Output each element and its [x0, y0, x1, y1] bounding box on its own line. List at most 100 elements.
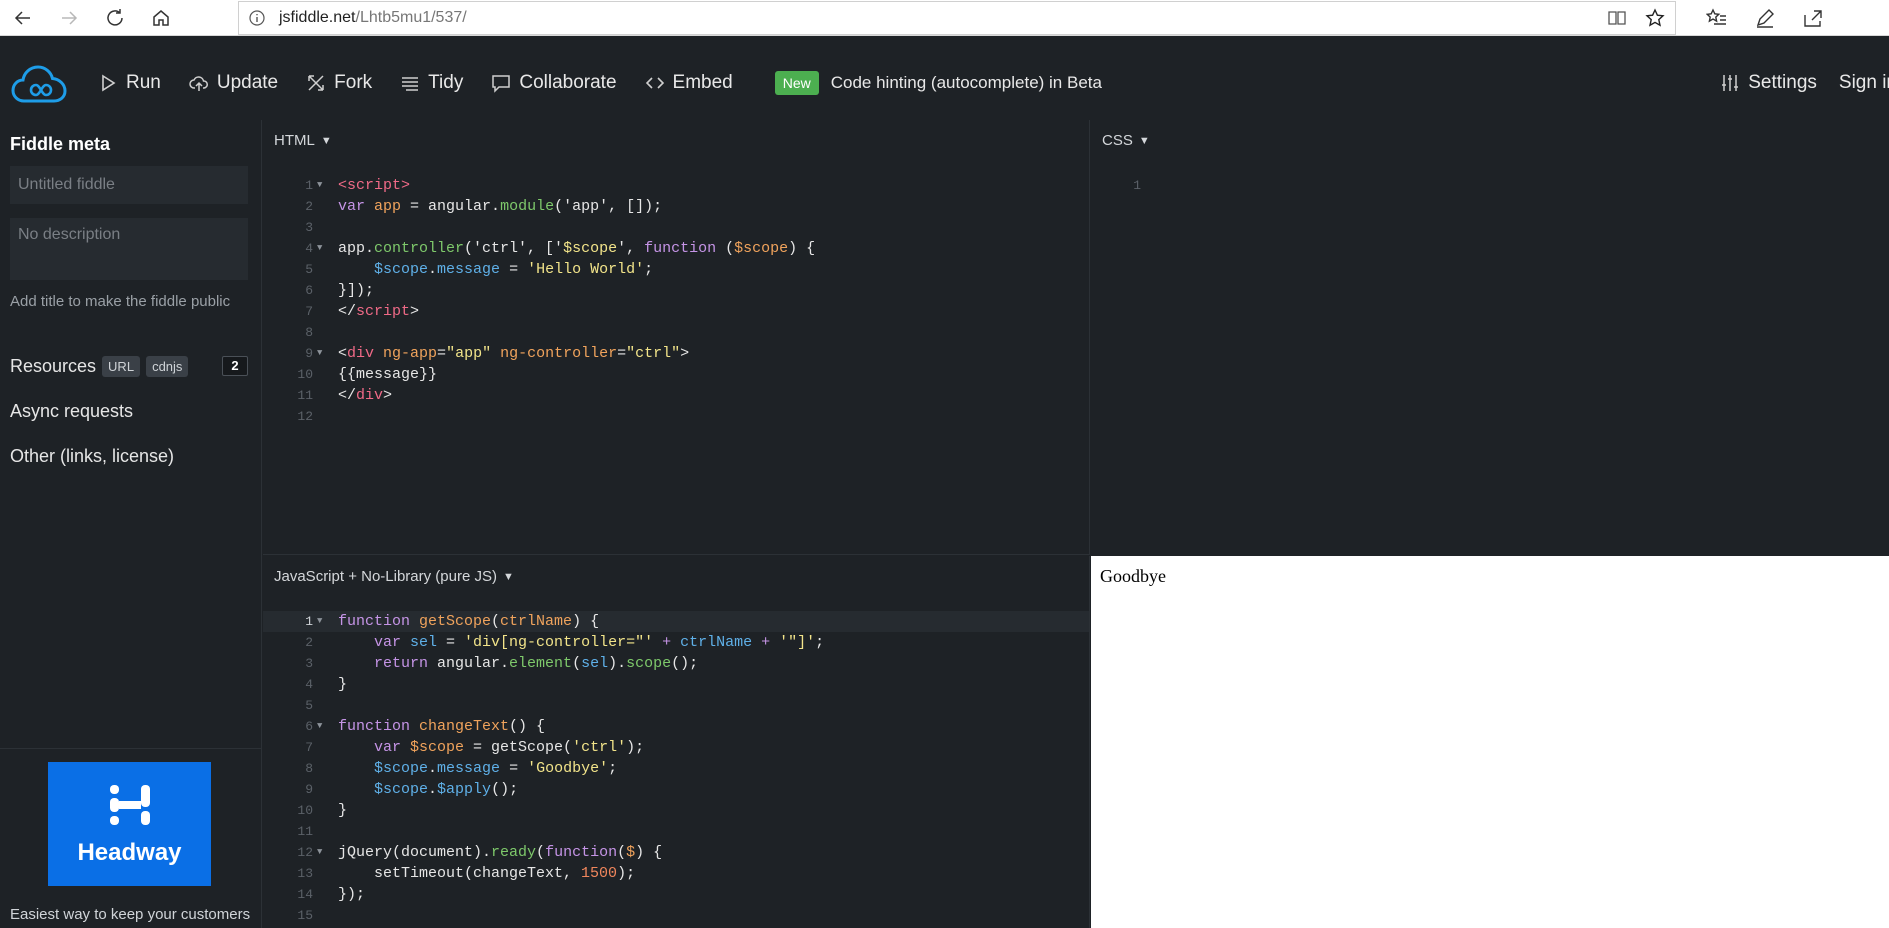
js-panel-label: JavaScript + No-Library (pure JS) [274, 568, 497, 585]
js-panel-header[interactable]: JavaScript + No-Library (pure JS) ▼ [274, 568, 514, 585]
tidy-button[interactable]: Tidy [400, 72, 463, 94]
js-code[interactable]: 1 ▼ function getScope(ctrlName) { 2 var se… [263, 611, 1089, 926]
code-token: script [356, 303, 411, 320]
forward-button[interactable] [46, 0, 92, 36]
code-token: + [653, 634, 681, 651]
code-token: sel [410, 634, 438, 651]
code-token: ; [644, 261, 654, 278]
code-token: ng-controller [491, 345, 618, 362]
result-panel[interactable]: Goodbye [1091, 556, 1889, 928]
forward-arrow-icon [62, 10, 78, 25]
code-token: 'Hello World' [527, 261, 645, 278]
sliders-icon [1722, 75, 1739, 91]
run-button[interactable]: Run [98, 72, 161, 94]
code-line: 10 {{message}} [263, 364, 1089, 385]
url-pill[interactable]: URL [102, 356, 141, 377]
reading-view-icon[interactable] [1607, 8, 1627, 28]
back-button[interactable] [0, 0, 46, 36]
embed-button[interactable]: Embed [645, 72, 733, 94]
cdnjs-pill[interactable]: cdnjs [146, 356, 189, 377]
fork-icon [308, 75, 324, 91]
fork-button[interactable]: Fork [306, 72, 372, 94]
code-token: app. [338, 240, 375, 257]
code-token: </ [338, 303, 357, 320]
code-token: module [500, 198, 555, 215]
code-line: 9 $scope.$apply(); [263, 779, 1089, 800]
fiddle-title-input[interactable]: Untitled fiddle [10, 166, 248, 204]
line-number: 7 [305, 740, 313, 755]
code-token: > [680, 345, 690, 362]
home-button[interactable] [138, 0, 184, 36]
run-label: Run [126, 72, 161, 93]
ad-caption[interactable]: Easiest way to keep your customers [10, 906, 250, 923]
code-token: element [509, 655, 573, 672]
code-line: 5 [263, 695, 1089, 716]
code-token: $scope [410, 739, 465, 756]
css-editor-panel[interactable]: CSS ▼ 1 [1091, 120, 1889, 555]
code-hinting-announcement[interactable]: Code hinting (autocomplete) in Beta [831, 73, 1102, 93]
css-panel-header[interactable]: CSS ▼ [1102, 132, 1150, 149]
sidebar-title: Fiddle meta [10, 134, 111, 154]
code-line: 8 [263, 322, 1089, 343]
code-line: 10} [263, 800, 1089, 821]
settings-label: Settings [1748, 72, 1817, 93]
code-token: . [428, 760, 438, 777]
line-number: 12 [297, 409, 313, 424]
fold-arrow-icon[interactable]: ▼ [317, 238, 322, 259]
sidebar-item-other[interactable]: Other (links, license) [10, 446, 174, 467]
fold-arrow-icon[interactable]: ▼ [317, 611, 322, 632]
html-code[interactable]: 1 ▼ <script> 2 var app = angular.module('ap… [263, 175, 1089, 427]
code-line: 15 [263, 905, 1089, 926]
fold-arrow-icon[interactable]: ▼ [317, 343, 322, 364]
code-token: ready [491, 844, 537, 861]
favorite-star-icon[interactable] [1645, 8, 1665, 28]
address-bar[interactable]: jsfiddle.net/Lhtb5mu1/537/ [238, 1, 1676, 35]
code-token: < [338, 345, 348, 362]
fiddle-description-input[interactable]: No description [10, 218, 248, 280]
code-line: 9 ▼ <div ng-app="app" ng-controller="ctrl"… [263, 343, 1089, 364]
code-brackets-icon [645, 77, 664, 89]
cloud-upload-icon [189, 76, 208, 91]
html-panel-header[interactable]: HTML ▼ [274, 132, 332, 149]
collaborate-button[interactable]: Collaborate [491, 72, 617, 94]
line-number: 5 [305, 262, 313, 277]
code-token: ) { [635, 844, 663, 861]
code-line: 14}); [263, 884, 1089, 905]
update-button[interactable]: Update [189, 72, 278, 94]
share-icon[interactable] [1802, 7, 1824, 29]
html-editor-panel[interactable]: HTML ▼ 1 ▼ <script> 2 var app = angular.mod… [263, 120, 1090, 555]
fold-arrow-icon[interactable]: ▼ [317, 716, 322, 737]
code-token: = angular. [401, 198, 501, 215]
code-line: 4 ▼ app.controller('ctrl', ['$scope', func… [263, 238, 1089, 259]
code-line: 7 </script> [263, 301, 1089, 322]
js-editor-panel[interactable]: JavaScript + No-Library (pure JS) ▼ 1 ▼ fu… [263, 556, 1090, 928]
code-token: ); [626, 739, 645, 756]
code-line: 5 $scope.message = 'Hello World'; [263, 259, 1089, 280]
headway-ad[interactable]: Headway [48, 762, 211, 886]
refresh-button[interactable] [92, 0, 138, 36]
settings-button[interactable]: Settings [1720, 72, 1817, 94]
line-number: 11 [297, 388, 313, 403]
line-number: 1 [305, 178, 313, 193]
css-code[interactable]: 1 [1091, 175, 1889, 196]
code-token: function [338, 613, 420, 630]
favorites-list-icon[interactable] [1706, 7, 1728, 29]
sidebar-item-async-requests[interactable]: Async requests [10, 401, 133, 422]
line-number: 8 [305, 761, 313, 776]
sidebar-divider [0, 748, 262, 749]
fold-arrow-icon[interactable]: ▼ [317, 842, 322, 863]
pen-icon[interactable] [1754, 7, 1776, 29]
code-token: ( [572, 655, 582, 672]
code-token: . [428, 261, 438, 278]
url-text: jsfiddle.net/Lhtb5mu1/537/ [279, 9, 467, 27]
sidebar-item-resources[interactable]: Resources URL cdnjs [10, 356, 189, 377]
public-hint-text: Add title to make the fiddle public [10, 293, 231, 310]
jsfiddle-cloud-logo-icon[interactable] [10, 61, 68, 105]
sign-in-link[interactable]: Sign in [1839, 72, 1889, 94]
fold-arrow-icon[interactable]: ▼ [317, 175, 322, 196]
code-token: } [338, 676, 348, 693]
code-token: '"]' [779, 634, 816, 651]
code-token: "app" [446, 345, 492, 362]
async-requests-label: Async requests [10, 401, 134, 421]
